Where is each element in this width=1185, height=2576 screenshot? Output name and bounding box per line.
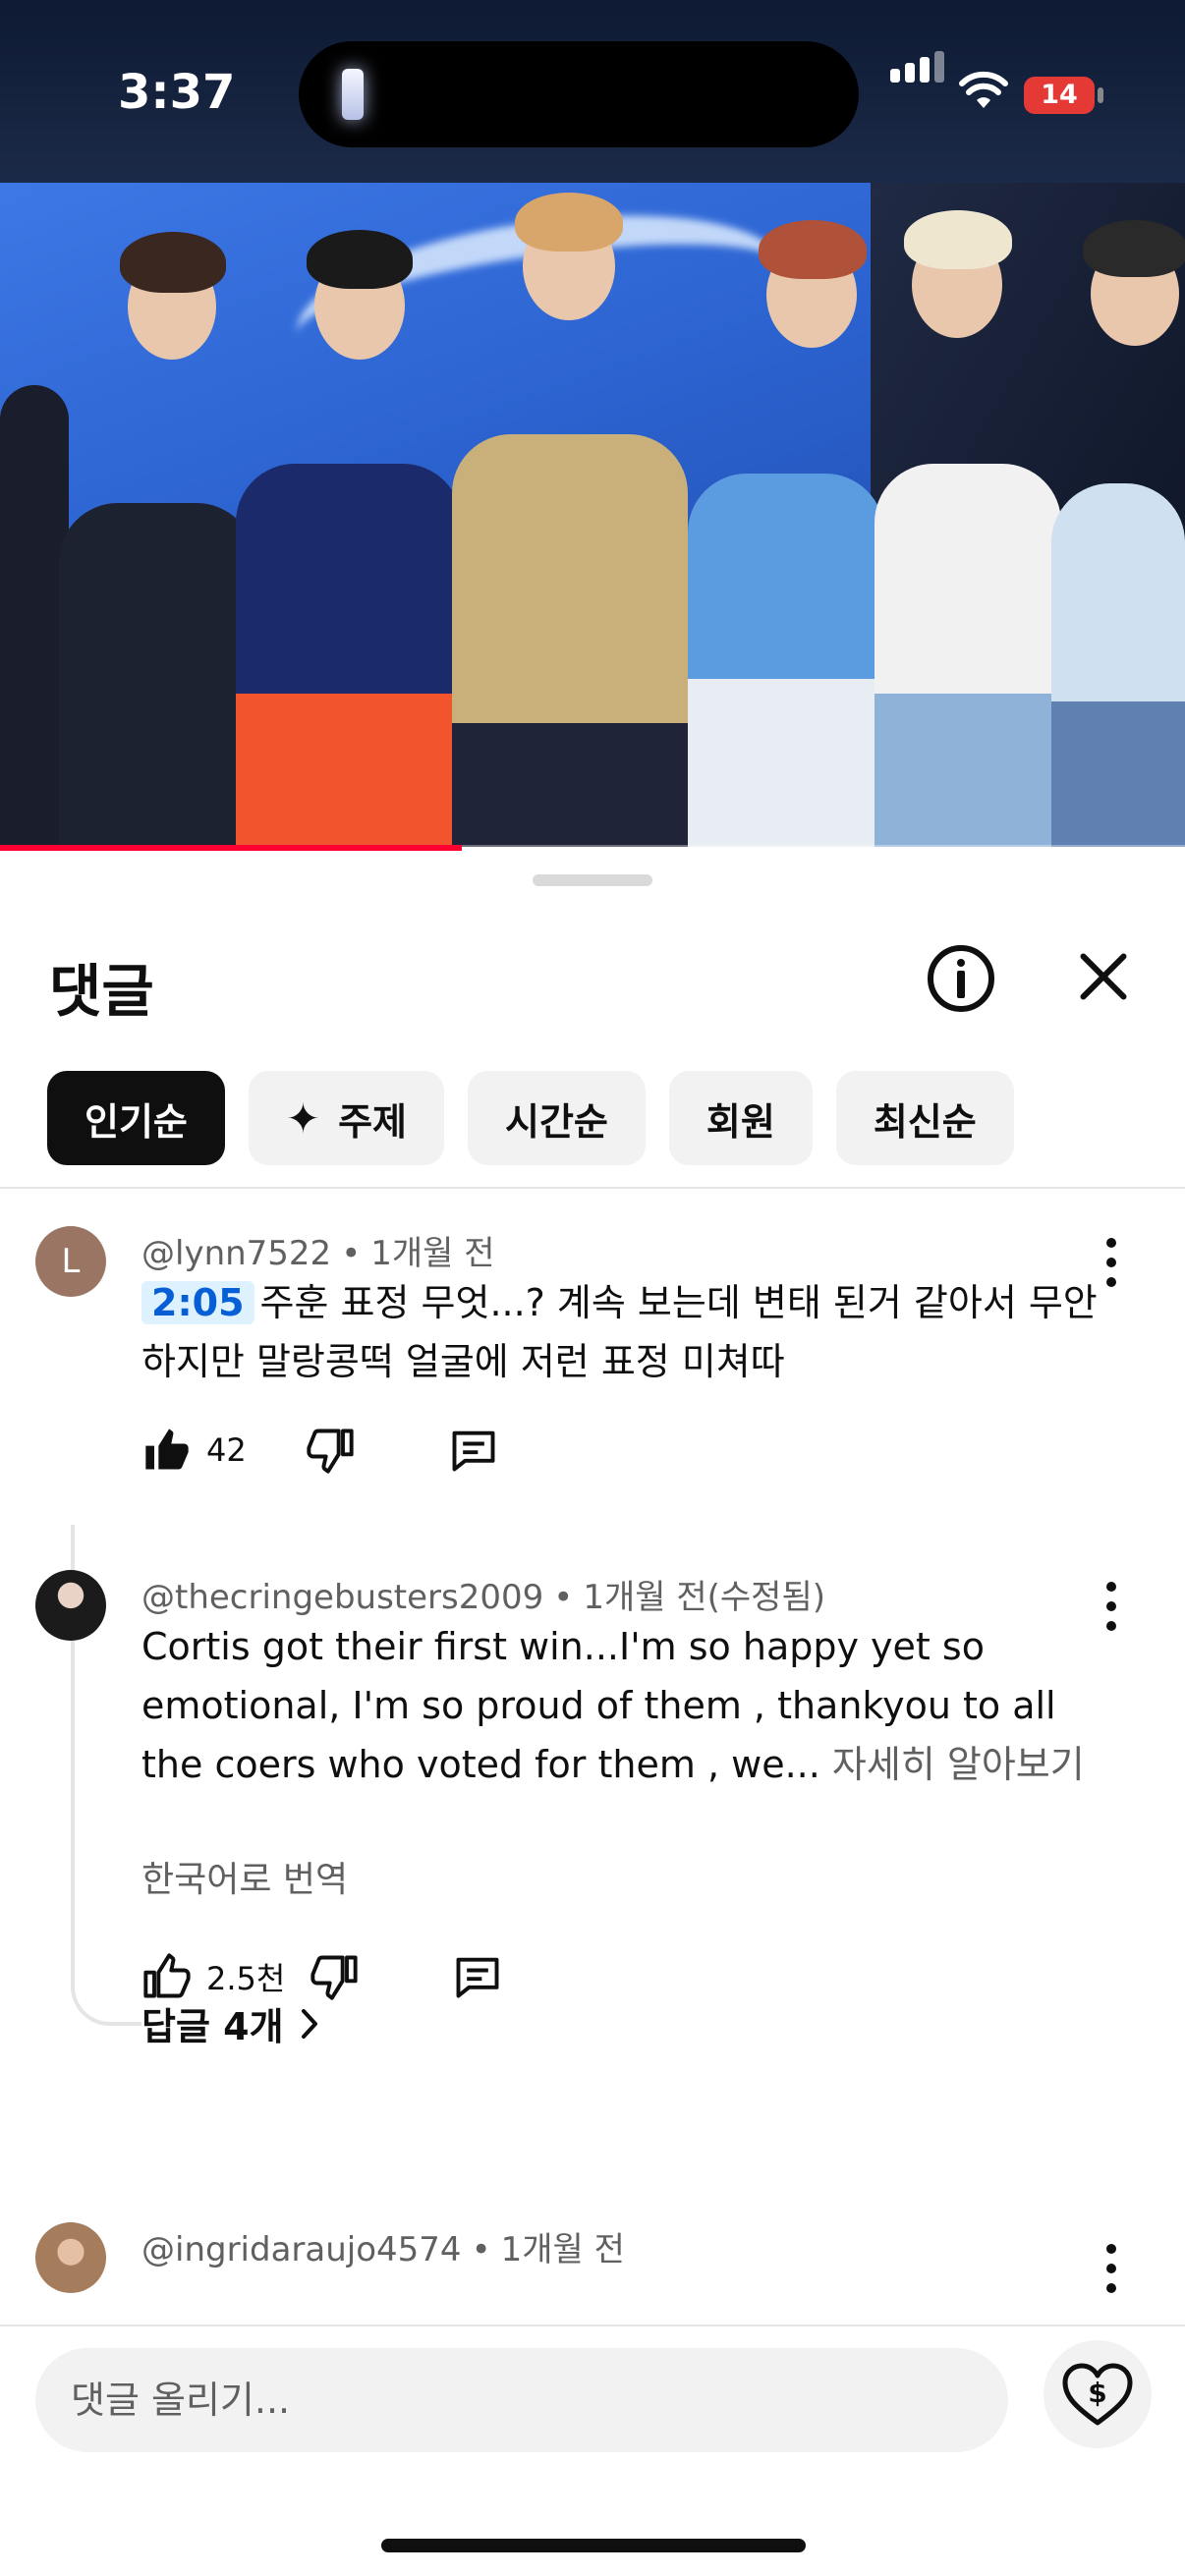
performer	[688, 474, 884, 847]
comment-reply-icon	[456, 1957, 499, 1998]
performer-hair	[307, 230, 413, 289]
avatar[interactable]	[35, 1570, 106, 1641]
comment-actions: 2.5천	[141, 1951, 503, 2002]
comment-item: @thecringebusters2009 • 1개월 전(수정됨) Cortis …	[0, 1570, 1185, 1904]
status-bar: 3:37 14	[0, 0, 1185, 183]
read-more-link[interactable]: 자세히 알아보기	[832, 1743, 1085, 1786]
performer-hair	[1083, 220, 1185, 277]
comment-text: 2:05 주훈 표정 무엇...? 계속 보는데 변태 된거 같아서 무안하지만 …	[141, 1273, 1104, 1391]
chip-label: 시간순	[505, 1099, 608, 1144]
comment-meta: @thecringebusters2009 • 1개월 전(수정됨)	[141, 1578, 825, 1617]
super-thanks-button[interactable]: $	[1044, 2340, 1152, 2448]
battery-indicator: 14	[1024, 77, 1095, 114]
performer	[875, 464, 1061, 847]
performer-hair	[904, 210, 1012, 269]
chip-label: 인기순	[85, 1099, 188, 1144]
comment-time: 1개월 전	[500, 2230, 625, 2269]
sort-chips: 인기순 ✦ 주제 시간순 회원 최신순	[47, 1071, 1014, 1165]
battery-cap	[1098, 87, 1103, 103]
comment-time: 1개월 전	[370, 1234, 495, 1273]
comment-body: 주훈 표정 무엇...? 계속 보는데 변태 된거 같아서 무안하지만 말랑콩떡…	[141, 1281, 1098, 1383]
more-options-icon[interactable]	[1106, 1238, 1116, 1297]
like-count: 2.5천	[206, 1960, 286, 1997]
comment-author[interactable]: @lynn7522	[141, 1234, 331, 1273]
avatar[interactable]: L	[35, 1226, 106, 1297]
comment-time: 1개월 전(수정됨)	[583, 1578, 825, 1617]
reply-button[interactable]	[448, 1425, 499, 1476]
comment-reply-icon	[452, 1430, 495, 1472]
comments-sheet: 댓글 인기순 ✦ 주제 시간순 회원 최신순 L @lynn7522 • 1개월 전 …	[0, 851, 1185, 2576]
performer	[236, 464, 462, 847]
chip-label: 회원	[705, 1099, 775, 1144]
clock: 3:37	[118, 65, 236, 120]
like-count: 42	[206, 1431, 247, 1469]
more-options-icon[interactable]	[1106, 2244, 1116, 2303]
performer	[452, 434, 688, 847]
performer	[59, 503, 255, 847]
performer-hair	[515, 193, 623, 252]
chip-topics[interactable]: ✦ 주제	[248, 1071, 445, 1165]
dynamic-island	[299, 41, 859, 147]
chip-label: 주제	[338, 1099, 408, 1144]
replies-label: 답글 4개	[141, 2005, 284, 2048]
performer-hair	[759, 220, 867, 279]
info-icon[interactable]	[928, 945, 994, 1012]
comment-item: @ingridaraujo4574 • 1개월 전	[0, 2222, 1185, 2321]
thumbs-down-icon	[310, 1955, 358, 2000]
performer	[1051, 483, 1185, 847]
divider	[0, 1187, 1185, 1189]
heart-dollar-icon: $	[1062, 2363, 1133, 2426]
comment-meta: @ingridaraujo4574 • 1개월 전	[141, 2230, 625, 2269]
drag-handle[interactable]	[533, 874, 652, 886]
timestamp-link[interactable]: 2:05	[141, 1281, 254, 1324]
video-player[interactable]	[0, 183, 1185, 847]
avatar[interactable]	[35, 2222, 106, 2293]
performer-hair	[120, 232, 226, 293]
comment-text: Cortis got their first win...I'm so happ…	[141, 1617, 1104, 1794]
comment-actions: 42	[141, 1425, 499, 1476]
chip-popular[interactable]: 인기순	[47, 1071, 225, 1165]
sparkle-icon: ✦	[285, 1093, 321, 1143]
thumbs-down-icon	[307, 1428, 354, 1474]
comment-author[interactable]: @thecringebusters2009	[141, 1578, 543, 1617]
reply-button[interactable]	[452, 1951, 503, 2002]
sheet-title: 댓글	[49, 958, 154, 1025]
svg-text:$: $	[1088, 2377, 1106, 2409]
dislike-button[interactable]	[309, 1951, 452, 2002]
like-button[interactable]: 2.5천	[141, 1951, 309, 2002]
chip-timed[interactable]: 시간순	[468, 1071, 646, 1165]
chip-newest[interactable]: 최신순	[835, 1071, 1014, 1165]
thumbs-up-filled-icon	[145, 1428, 189, 1470]
view-replies-button[interactable]: 답글 4개	[141, 1996, 321, 2050]
wifi-icon	[959, 71, 1008, 108]
chip-members[interactable]: 회원	[668, 1071, 813, 1165]
comment-author[interactable]: @ingridaraujo4574	[141, 2230, 462, 2269]
comment-item: L @lynn7522 • 1개월 전 2:05 주훈 표정 무엇...? 계속 보는…	[0, 1226, 1185, 1432]
comment-meta: @lynn7522 • 1개월 전	[141, 1234, 495, 1273]
flashlight-icon	[342, 69, 364, 120]
close-icon[interactable]	[1077, 949, 1132, 1004]
chip-label: 최신순	[873, 1099, 977, 1144]
comment-input[interactable]: 댓글 올리기...	[35, 2348, 1008, 2452]
thumbs-up-icon	[143, 1953, 191, 1998]
translate-link[interactable]: 한국어로 번역	[141, 1851, 348, 1902]
chevron-right-icon	[301, 2008, 317, 2039]
home-indicator[interactable]	[381, 2539, 806, 2552]
like-button[interactable]: 42	[141, 1425, 305, 1476]
dislike-button[interactable]	[305, 1425, 448, 1476]
more-options-icon[interactable]	[1106, 1582, 1116, 1641]
